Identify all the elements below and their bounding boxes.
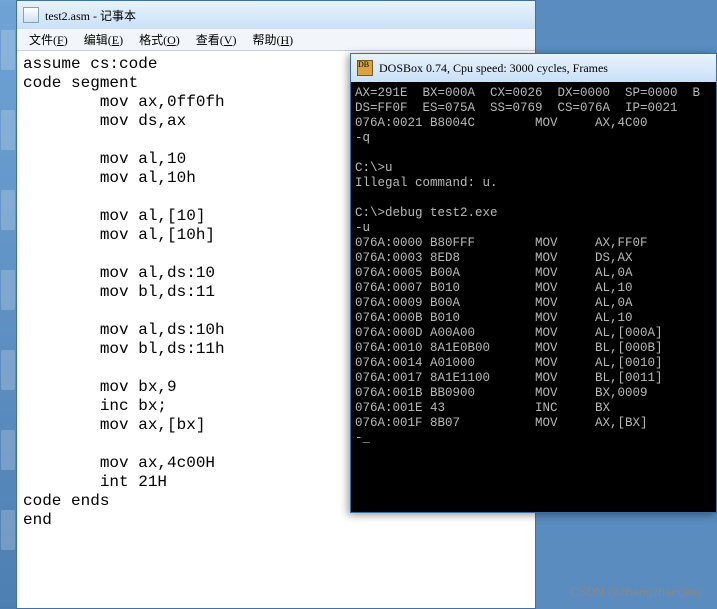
- menu-view[interactable]: 查看(V): [188, 31, 245, 48]
- menu-edit[interactable]: 编辑(E): [76, 31, 131, 48]
- notepad-menubar[interactable]: 文件(F) 编辑(E) 格式(O) 查看(V) 帮助(H): [17, 29, 535, 51]
- menu-help[interactable]: 帮助(H): [244, 31, 301, 48]
- notepad-title-text: test2.asm - 记事本: [45, 7, 136, 24]
- desktop-icon-strip: [0, 0, 16, 609]
- menu-format[interactable]: 格式(O): [131, 31, 188, 48]
- notepad-icon: [23, 7, 39, 23]
- dosbox-terminal[interactable]: AX=291E BX=000A CX=0026 DX=0000 SP=0000 …: [351, 82, 716, 512]
- notepad-titlebar[interactable]: test2.asm - 记事本: [17, 1, 535, 29]
- menu-file[interactable]: 文件(F): [21, 31, 76, 48]
- dosbox-icon: DB: [357, 60, 373, 76]
- dosbox-window: DB DOSBox 0.74, Cpu speed: 3000 cycles, …: [350, 53, 717, 513]
- dosbox-titlebar[interactable]: DB DOSBox 0.74, Cpu speed: 3000 cycles, …: [351, 54, 716, 82]
- watermark-text: CSDN @zhangzhangkeji: [570, 585, 703, 599]
- dosbox-title-text: DOSBox 0.74, Cpu speed: 3000 cycles, Fra…: [379, 61, 608, 76]
